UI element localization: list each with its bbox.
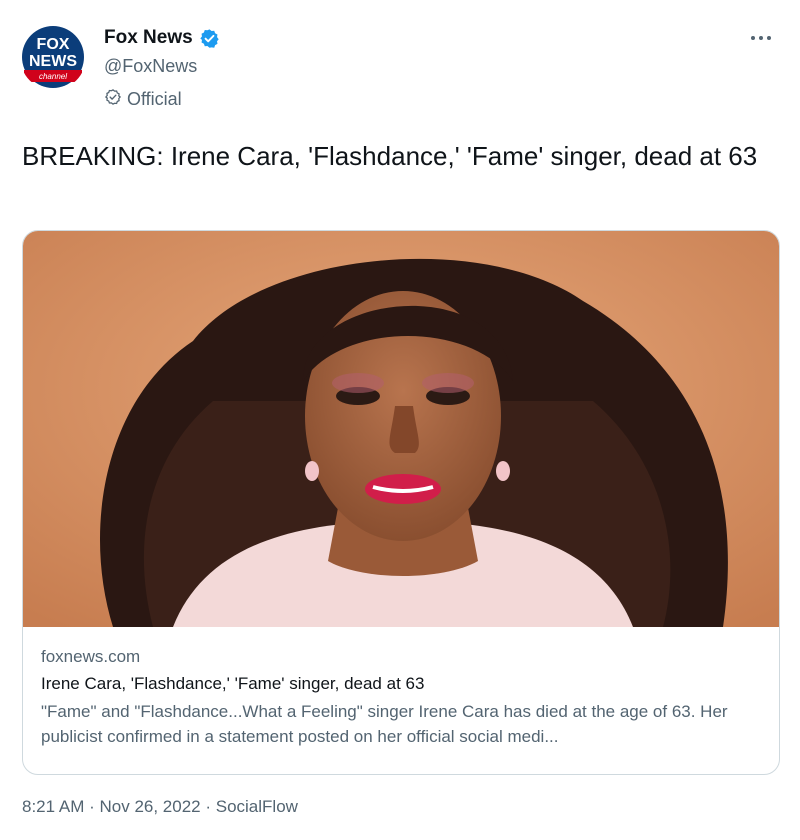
fox-news-logo: FOX NEWS channel bbox=[20, 24, 86, 90]
more-dots-icon bbox=[750, 28, 772, 46]
link-card[interactable]: foxnews.com Irene Cara, 'Flashdance,' 'F… bbox=[22, 230, 780, 775]
name-row: Fox News bbox=[104, 26, 220, 50]
card-domain: foxnews.com bbox=[41, 647, 141, 666]
logo-line2: NEWS bbox=[29, 53, 77, 70]
tweet-source[interactable]: SocialFlow bbox=[216, 797, 298, 817]
logo-line3: channel bbox=[39, 72, 67, 81]
handle[interactable]: @FoxNews bbox=[104, 54, 220, 78]
meta-separator: · bbox=[200, 797, 216, 816]
official-label: Official bbox=[127, 88, 182, 109]
official-check-icon bbox=[104, 88, 122, 111]
avatar[interactable]: FOX NEWS channel bbox=[20, 24, 86, 90]
logo-line1: FOX bbox=[37, 36, 70, 53]
display-name[interactable]: Fox News bbox=[104, 27, 193, 49]
more-options-button[interactable] bbox=[744, 26, 778, 48]
card-body: foxnews.com Irene Cara, 'Flashdance,' 'F… bbox=[41, 645, 761, 749]
card-description: "Fame" and "Flashdance...What a Feeling"… bbox=[41, 702, 728, 746]
meta-separator: · bbox=[84, 797, 100, 816]
card-title: Irene Cara, 'Flashdance,' 'Fame' singer,… bbox=[41, 674, 425, 693]
tweet-meta: 8:21 AM · Nov 26, 2022 · SocialFlow bbox=[22, 797, 298, 817]
official-label-row: Official bbox=[104, 88, 220, 110]
article-photo bbox=[23, 231, 779, 627]
tweet-date[interactable]: Nov 26, 2022 bbox=[99, 797, 200, 817]
tweet-header: Fox News @FoxNews Official bbox=[104, 26, 220, 110]
tweet-time[interactable]: 8:21 AM bbox=[22, 797, 84, 817]
verified-badge-icon bbox=[199, 28, 220, 49]
tweet-text: BREAKING: Irene Cara, 'Flashdance,' 'Fam… bbox=[22, 141, 758, 171]
